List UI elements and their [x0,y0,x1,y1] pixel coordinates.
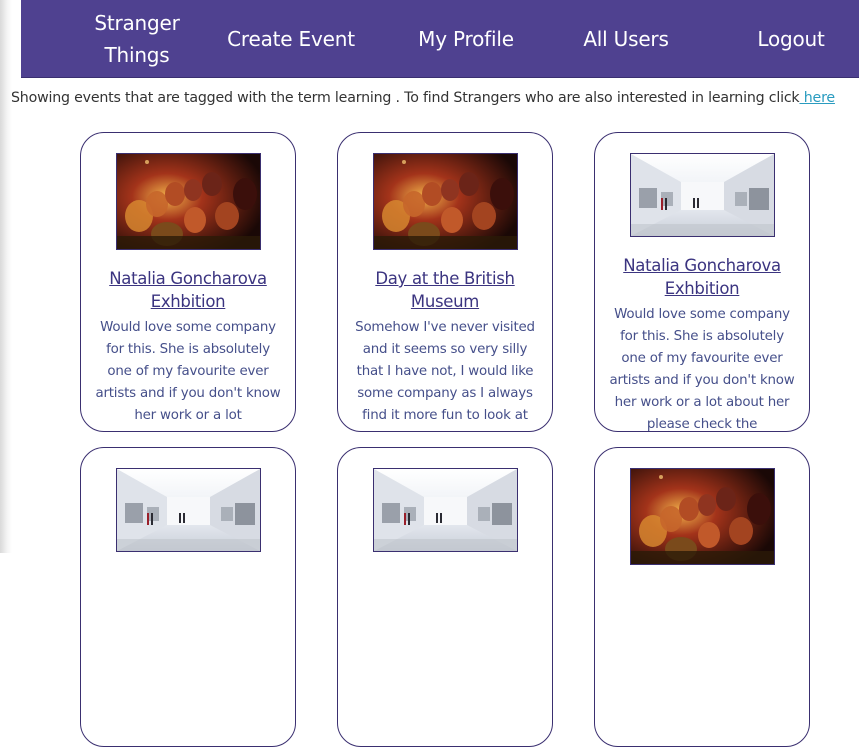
nav-create-event[interactable]: Create Event [211,0,371,77]
nav-my-profile[interactable]: My Profile [391,0,541,77]
event-description: Would love some company for this. She is… [609,307,795,432]
event-image[interactable] [373,153,518,250]
gallery-photo [117,469,260,551]
event-description: Somehow I've never visited and it seems … [355,320,535,423]
event-title-link[interactable]: Natalia Goncharova Exhbition [607,254,797,300]
tag-info-message: Showing events that are tagged with the … [11,90,800,106]
audience-photo [117,154,260,249]
event-title-link[interactable]: Natalia Goncharova Exhbition [93,267,283,313]
audience-photo [374,154,517,249]
event-card: Natalia Goncharova Exhbition Would love … [594,132,810,432]
tag-info-text: Showing events that are tagged with the … [11,90,851,106]
event-description: Would love some company for this. She is… [95,320,281,423]
event-card: Day at the British Museum Somehow I've n… [337,132,553,432]
event-title-link[interactable]: Day at the British Museum [350,267,540,313]
event-card [594,447,810,747]
gallery-photo [631,154,774,236]
page-edge-shadow [0,0,12,553]
event-image[interactable] [116,468,261,552]
find-strangers-link[interactable]: here [799,90,835,106]
event-card: Natalia Goncharova Exhbition Would love … [80,132,296,432]
event-card [80,447,296,747]
top-navbar: Stranger Things Create Event My Profile … [21,0,859,78]
event-image[interactable] [630,468,775,565]
audience-photo [631,469,774,564]
nav-all-users[interactable]: All Users [561,0,691,77]
nav-logout[interactable]: Logout [731,0,851,77]
event-image[interactable] [373,468,518,552]
event-image[interactable] [116,153,261,250]
event-image[interactable] [630,153,775,237]
gallery-photo [374,469,517,551]
nav-brand-link[interactable]: Stranger Things [79,0,195,77]
event-card [337,447,553,747]
